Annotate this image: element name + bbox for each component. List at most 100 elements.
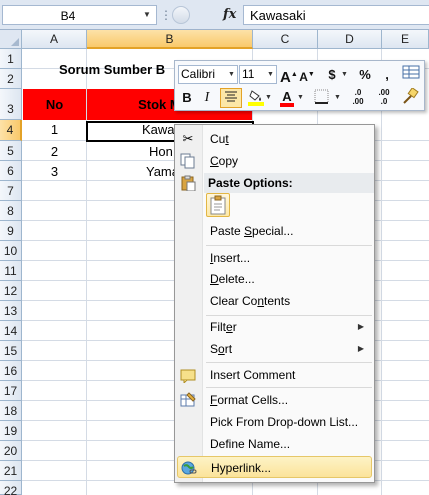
chevron-down-icon[interactable]: ▼	[265, 66, 276, 83]
row-header-11[interactable]: 11	[0, 261, 22, 281]
cell-a5[interactable]: 2	[23, 144, 86, 159]
column-header-b[interactable]: B	[87, 30, 253, 49]
row-header-22[interactable]: 22	[0, 481, 22, 495]
menu-item-label: Paste Special...	[210, 224, 294, 238]
font-name-combo[interactable]: Calibri ▼	[178, 65, 238, 84]
menu-item-label: Format Cells...	[210, 393, 289, 407]
increase-decimal-button[interactable]: .0 .00	[347, 88, 369, 108]
menu-item-paste-special[interactable]: Paste Special...	[177, 220, 372, 242]
clipboard-icon	[180, 175, 196, 192]
menu-item-sort[interactable]: Sort ▶	[177, 338, 372, 360]
row-header-2[interactable]: 2	[0, 69, 22, 89]
font-name-value: Calibri	[181, 67, 216, 81]
format-cells-icon	[180, 392, 196, 408]
cell-a6[interactable]: 3	[23, 164, 86, 179]
bold-button[interactable]: B	[179, 88, 195, 108]
currency-icon: $	[328, 67, 336, 82]
font-color-button[interactable]: A	[279, 87, 295, 107]
menu-item-insert[interactable]: Insert...	[177, 247, 372, 269]
center-align-button[interactable]	[220, 88, 242, 108]
row-header-4[interactable]: 4	[0, 120, 22, 141]
format-painter-table-button[interactable]	[401, 65, 421, 85]
row-header-14[interactable]: 14	[0, 321, 22, 341]
row-header-1[interactable]: 1	[0, 49, 22, 69]
menu-item-copy[interactable]: Copy	[177, 150, 372, 172]
table-format-icon	[402, 65, 420, 79]
cancel-icon[interactable]	[172, 6, 190, 24]
column-header-d[interactable]: D	[318, 30, 382, 49]
menu-item-hyperlink[interactable]: Hyperlink...	[177, 456, 372, 478]
row-header-7[interactable]: 7	[0, 181, 22, 201]
shrink-font-button[interactable]: A▼	[299, 65, 315, 85]
row-header-10[interactable]: 10	[0, 241, 22, 261]
cell-a4[interactable]: 1	[23, 122, 86, 137]
copy-icon	[180, 153, 196, 169]
menu-item-pick-from-list[interactable]: Pick From Drop-down List...	[177, 411, 372, 433]
font-size-combo[interactable]: 11 ▼	[239, 65, 277, 84]
grow-font-button[interactable]: A▲	[280, 65, 298, 86]
chevron-down-icon[interactable]: ▼	[297, 88, 304, 108]
format-painter-button[interactable]	[400, 87, 420, 108]
column-header-c[interactable]: C	[253, 30, 318, 49]
row-header-17[interactable]: 17	[0, 381, 22, 401]
menu-item-define-name[interactable]: Define Name...	[177, 433, 372, 455]
paintbrush-icon	[403, 87, 419, 104]
row-header-19[interactable]: 19	[0, 421, 22, 441]
comma-icon: ,	[385, 67, 389, 82]
select-all-triangle-icon	[11, 38, 19, 46]
row-header-9[interactable]: 9	[0, 221, 22, 241]
paste-option-button[interactable]	[206, 193, 230, 217]
decrease-decimal-button[interactable]: .00 .0	[373, 88, 395, 108]
chevron-down-icon[interactable]: ▼	[226, 66, 237, 83]
menu-item-label: Define Name...	[210, 437, 291, 451]
name-box[interactable]: B4 ▼	[2, 5, 157, 25]
cell-b5[interactable]: Hon	[149, 144, 173, 159]
percent-icon: %	[359, 67, 371, 82]
menu-item-filter[interactable]: Filter ▶	[177, 316, 372, 338]
fill-color-button[interactable]	[247, 88, 265, 108]
borders-button[interactable]	[313, 88, 331, 108]
header-cell-no[interactable]: No	[23, 89, 87, 120]
menu-item-insert-comment[interactable]: Insert Comment	[177, 364, 372, 386]
row-header-13[interactable]: 13	[0, 301, 22, 321]
row-header-16[interactable]: 16	[0, 361, 22, 381]
insert-function-icon[interactable]: fx	[223, 7, 236, 22]
menu-item-label: Delete...	[210, 272, 255, 286]
title-cell[interactable]: Sorum Sumber B	[59, 62, 165, 77]
currency-button[interactable]: $	[325, 65, 339, 85]
menu-item-format-cells[interactable]: Format Cells...	[177, 389, 372, 411]
row-header-18[interactable]: 18	[0, 401, 22, 421]
row-header-6[interactable]: 6	[0, 161, 22, 181]
row-header-3[interactable]: 3	[0, 89, 22, 120]
row-header-5[interactable]: 5	[0, 141, 22, 161]
italic-button[interactable]: I	[199, 88, 215, 108]
hyperlink-globe-icon	[181, 460, 197, 476]
row-header-15[interactable]: 15	[0, 341, 22, 361]
column-header-e[interactable]: E	[382, 30, 429, 49]
chevron-down-icon[interactable]: ▼	[265, 88, 272, 108]
menu-item-label: Copy	[210, 154, 239, 168]
comma-button[interactable]: ,	[381, 65, 393, 85]
formula-input[interactable]: Kawasaki	[243, 5, 429, 25]
chevron-down-icon[interactable]: ▼	[341, 65, 348, 85]
menu-item-cut[interactable]: ✂ Cut	[177, 128, 372, 150]
percent-button[interactable]: %	[357, 65, 373, 85]
grow-font-icon: A	[280, 69, 291, 86]
font-color-swatch	[280, 103, 294, 107]
chevron-down-icon[interactable]: ▼	[140, 8, 154, 22]
row-header-20[interactable]: 20	[0, 441, 22, 461]
row-header-21[interactable]: 21	[0, 461, 22, 481]
menu-item-label: Pick From Drop-down List...	[210, 415, 359, 429]
center-align-icon	[225, 91, 237, 102]
menu-item-delete[interactable]: Delete...	[177, 268, 372, 290]
name-box-value: B4	[60, 9, 76, 23]
chevron-down-icon[interactable]: ▼	[334, 88, 341, 108]
select-all-button[interactable]	[0, 30, 22, 49]
gridline	[381, 49, 382, 495]
splitter-icon[interactable]: ⋮	[160, 8, 172, 22]
row-header-8[interactable]: 8	[0, 201, 22, 221]
column-header-a[interactable]: A	[22, 30, 87, 49]
menu-item-clear-contents[interactable]: Clear Contents	[177, 290, 372, 312]
menu-separator	[206, 362, 372, 363]
row-header-12[interactable]: 12	[0, 281, 22, 301]
